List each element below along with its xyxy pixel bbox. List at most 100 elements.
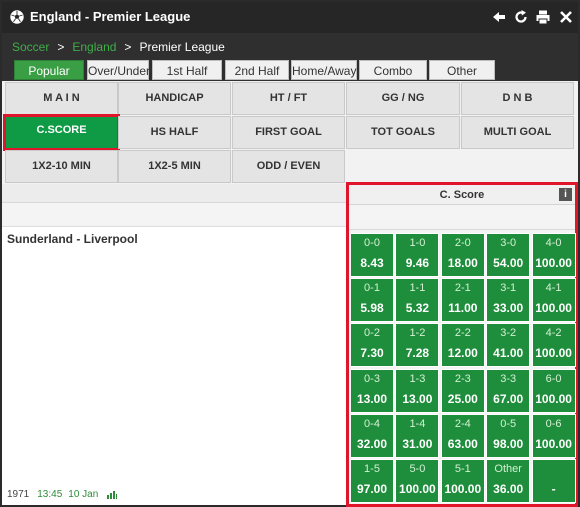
odds-price: 100.00	[444, 482, 482, 496]
odds-cell[interactable]: 1-3 13.00	[395, 368, 440, 413]
tab-other[interactable]: Other	[429, 60, 495, 80]
odds-score: 3-2	[500, 327, 517, 340]
odds-price: 13.00	[356, 391, 388, 406]
match-name[interactable]: Sunderland - Liverpool	[7, 232, 138, 246]
odds-score: 2-3	[454, 372, 471, 385]
odds-score: 2-1	[454, 282, 471, 295]
breadcrumb-current: Premier League	[139, 40, 225, 54]
category-handicap[interactable]: HANDICAP	[118, 82, 231, 115]
odds-score: 0-1	[364, 282, 380, 295]
odds-cell[interactable]: 1-5 97.00	[350, 459, 394, 503]
odds-cell[interactable]: -	[531, 459, 576, 503]
match-id: 1971	[7, 489, 30, 500]
category-gg-ng[interactable]: GG / NG	[346, 82, 460, 115]
odds-cell[interactable]: 3-2 41.00	[486, 323, 531, 368]
odds-cell[interactable]: 1-0 9.46	[395, 233, 440, 277]
category-hs-half[interactable]: HS HALF	[118, 116, 231, 149]
window-header: England - Premier League	[2, 2, 578, 33]
category-multi-goal[interactable]: MULTI GOAL	[461, 116, 574, 149]
odds-cell[interactable]: 0-3 13.00	[350, 368, 394, 413]
category-dnb[interactable]: D N B	[461, 82, 574, 115]
odds-score: 1-5	[364, 463, 380, 475]
odds-cell[interactable]: Other 36.00	[486, 459, 531, 503]
match-time: 13:45	[37, 489, 63, 500]
category-1x2-5-min[interactable]: 1X2-5 MIN	[118, 150, 231, 183]
odds-cell[interactable]: 4-2 100.00	[531, 323, 576, 368]
odds-price: 41.00	[493, 346, 524, 361]
odds-cell[interactable]: 0-5 98.00	[486, 413, 531, 458]
category-main[interactable]: M A I N	[5, 82, 118, 115]
odds-price: 31.00	[402, 436, 433, 451]
odds-score: 5-1	[454, 463, 471, 475]
match-list-panel: Sunderland - Liverpool 1971 13:45 10 Jan	[2, 184, 346, 505]
category-1x2-10-min[interactable]: 1X2-10 MIN	[5, 150, 118, 183]
tab-combo[interactable]: Combo	[359, 60, 427, 80]
odds-score: 0-6	[545, 417, 562, 430]
odds-price: 100.00	[535, 301, 572, 316]
odds-cell[interactable]: 5-1 100.00	[440, 459, 485, 503]
tab-1st-half[interactable]: 1st Half	[152, 60, 222, 80]
breadcrumb-soccer[interactable]: Soccer	[12, 40, 49, 54]
market-subheader	[349, 206, 575, 230]
stats-icon[interactable]	[107, 490, 118, 499]
info-icon[interactable]: i	[559, 188, 572, 201]
odds-price: 100.00	[535, 436, 572, 451]
page-title: England - Premier League	[30, 9, 191, 24]
odds-cell[interactable]: 2-1 11.00	[440, 278, 485, 323]
odds-cell[interactable]: 0-6 100.00	[531, 413, 576, 458]
odds-cell[interactable]: 0-0 8.43	[350, 233, 394, 277]
print-icon[interactable]	[535, 9, 551, 25]
odds-score: 4-1	[545, 282, 562, 295]
odds-cell[interactable]: 1-1 5.32	[395, 278, 440, 323]
odds-price: 11.00	[448, 301, 478, 316]
odds-cell[interactable]: 2-4 63.00	[440, 413, 485, 458]
odds-cell[interactable]: 4-1 100.00	[531, 278, 576, 323]
odds-price: 8.43	[360, 256, 384, 270]
odds-cell[interactable]: 2-0 18.00	[440, 233, 485, 277]
category-ht-ft[interactable]: HT / FT	[232, 82, 345, 115]
odds-price: 12.00	[447, 346, 478, 361]
app-frame: England - Premier League Soccer > England >…	[0, 0, 580, 507]
close-icon[interactable]	[558, 9, 574, 25]
odds-price: 67.00	[493, 391, 524, 406]
odds-cell[interactable]: 5-0 100.00	[395, 459, 440, 503]
tab-home-away[interactable]: Home/Away	[291, 60, 357, 80]
back-arrow-icon[interactable]	[491, 9, 507, 25]
odds-cell[interactable]: 2-3 25.00	[440, 368, 485, 413]
odds-score: 1-4	[409, 417, 426, 430]
odds-cell[interactable]: 4-0 100.00	[531, 233, 576, 277]
odds-cell[interactable]: 1-4 31.00	[395, 413, 440, 458]
refresh-icon[interactable]	[513, 9, 529, 25]
tab-over-under[interactable]: Over/Under	[87, 60, 150, 80]
match-date: 10 Jan	[68, 489, 99, 500]
odds-cell[interactable]: 0-4 32.00	[350, 413, 394, 458]
tab-2nd-half[interactable]: 2nd Half	[225, 60, 289, 80]
odds-cell[interactable]: 0-2 7.30	[350, 323, 394, 368]
breadcrumb: Soccer > England > Premier League	[12, 40, 225, 54]
list-header-bar	[2, 184, 346, 203]
odds-price: 5.32	[405, 301, 430, 316]
odds-price: -	[551, 482, 556, 496]
odds-price: 18.00	[447, 256, 478, 270]
odds-score: Other	[494, 463, 522, 475]
odds-cell[interactable]: 2-2 12.00	[440, 323, 485, 368]
category-tot-goals[interactable]: TOT GOALS	[346, 116, 460, 149]
odds-cell[interactable]: 3-0 54.00	[486, 233, 531, 277]
odds-price: 36.00	[493, 482, 524, 496]
odds-cell[interactable]: 6-0 100.00	[531, 368, 576, 413]
tab-popular[interactable]: Popular	[14, 60, 84, 80]
category-odd-even[interactable]: ODD / EVEN	[232, 150, 345, 183]
odds-cell[interactable]: 3-3 67.00	[486, 368, 531, 413]
odds-price: 54.00	[493, 256, 524, 270]
soccer-ball-icon	[10, 10, 24, 24]
odds-score: 5-0	[409, 463, 426, 475]
odds-cell[interactable]: 0-1 5.98	[350, 278, 394, 323]
category-first-goal[interactable]: FIRST GOAL	[232, 116, 345, 149]
odds-price: 100.00	[535, 391, 572, 406]
odds-price: 25.00	[447, 391, 478, 406]
odds-price: 9.46	[405, 256, 430, 270]
category-c-score[interactable]: C.SCORE	[3, 114, 120, 151]
breadcrumb-england[interactable]: England	[72, 40, 116, 54]
odds-cell[interactable]: 3-1 33.00	[486, 278, 531, 323]
odds-cell[interactable]: 1-2 7.28	[395, 323, 440, 368]
